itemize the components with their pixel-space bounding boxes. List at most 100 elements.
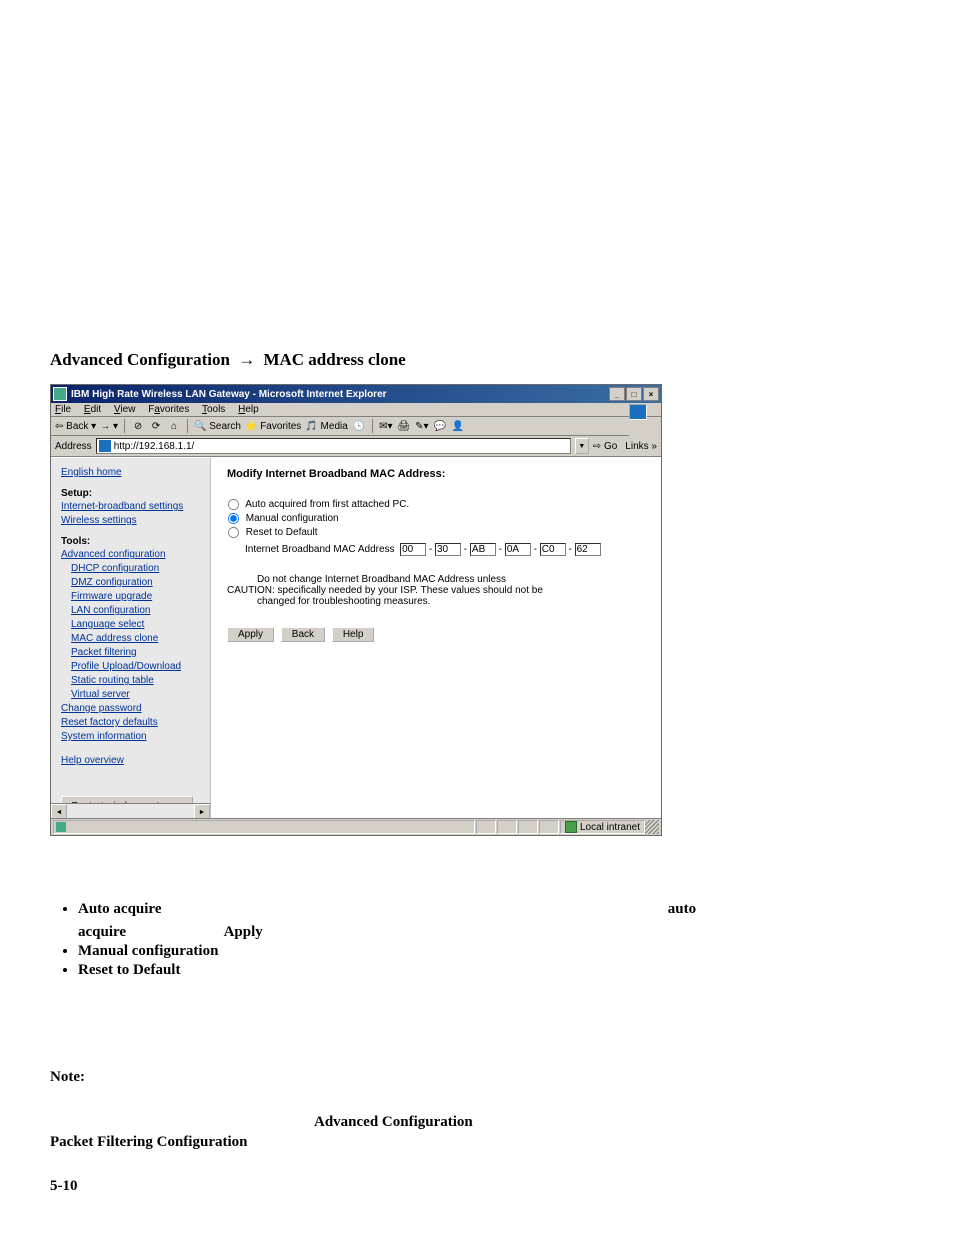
radio-manual-label: Manual configuration — [246, 513, 339, 524]
back-button[interactable]: Back — [281, 627, 325, 642]
link-mac-address-clone[interactable]: MAC address clone — [71, 632, 202, 646]
sidebar-scrollbar[interactable]: ◄ ► — [51, 803, 210, 818]
link-reset-factory-defaults[interactable]: Reset factory defaults — [61, 716, 202, 730]
help-button[interactable]: Help — [332, 627, 375, 642]
resize-grip[interactable] — [645, 820, 659, 834]
packet-filtering-bold: Packet Filtering Configuration — [50, 1134, 247, 1150]
status-cell-3 — [518, 820, 538, 834]
section-prefix: Advanced Configuration — [50, 350, 230, 369]
address-dropdown[interactable]: ▼ — [575, 438, 589, 454]
link-firmware-upgrade[interactable]: Firmware upgrade — [71, 590, 202, 604]
caution-line-1: Do not change Internet Broadband MAC Add… — [257, 574, 645, 585]
main-panel: Modify Internet Broadband MAC Address: A… — [211, 458, 661, 818]
close-button[interactable]: × — [643, 387, 659, 401]
body-list: Auto acquire auto acquire Apply Manual c… — [50, 901, 904, 979]
menu-edit[interactable]: Edit — [84, 404, 101, 415]
menu-favorites[interactable]: Favorites — [148, 404, 189, 415]
refresh-icon[interactable]: ⟳ — [149, 419, 163, 433]
link-change-password[interactable]: Change password — [61, 702, 202, 716]
section-suffix: MAC address clone — [263, 350, 405, 369]
link-advanced-configuration[interactable]: Advanced configuration — [61, 548, 202, 562]
link-english-home[interactable]: English home — [61, 466, 202, 480]
mac-octet-5[interactable] — [540, 543, 566, 556]
links-label[interactable]: Links » — [625, 441, 657, 452]
history-icon[interactable]: 🕓 — [352, 419, 366, 433]
print-icon[interactable]: 🖨 — [397, 419, 411, 433]
address-label: Address — [55, 441, 92, 452]
list-item-auto: Auto acquire auto acquire Apply — [78, 901, 904, 941]
auto-acquire-bold: Auto acquire — [78, 901, 161, 917]
scroll-right-button[interactable]: ► — [194, 804, 210, 818]
mac-sep: - — [534, 544, 537, 555]
forward-button[interactable]: → ▾ — [100, 421, 118, 432]
packet-block: Advanced Configuration Packet Filtering … — [50, 1112, 904, 1153]
edit-icon[interactable]: ✎▾ — [415, 419, 429, 433]
extra-icon[interactable]: 👤 — [451, 419, 465, 433]
window-title: IBM High Rate Wireless LAN Gateway - Mic… — [71, 389, 609, 400]
maximize-button[interactable]: □ — [626, 387, 642, 401]
link-dhcp-configuration[interactable]: DHCP configuration — [71, 562, 202, 576]
radio-reset[interactable] — [228, 527, 239, 538]
link-language-select[interactable]: Language select — [71, 618, 202, 632]
title-bar: IBM High Rate Wireless LAN Gateway - Mic… — [51, 385, 661, 403]
minimize-button[interactable]: _ — [609, 387, 625, 401]
scroll-track[interactable] — [67, 804, 194, 818]
mac-octet-1[interactable] — [400, 543, 426, 556]
home-icon[interactable]: ⌂ — [167, 419, 181, 433]
status-zone: Local intranet — [560, 820, 645, 834]
main-title: Modify Internet Broadband MAC Address: — [227, 468, 645, 480]
mac-sep: - — [499, 544, 502, 555]
mac-sep: - — [569, 544, 572, 555]
ie-icon — [53, 387, 67, 401]
mac-octet-2[interactable] — [435, 543, 461, 556]
mac-label: Internet Broadband MAC Address — [245, 544, 395, 555]
stop-icon[interactable]: ⊘ — [131, 419, 145, 433]
favorites-button[interactable]: ⭐ Favorites — [245, 421, 301, 432]
link-virtual-server[interactable]: Virtual server — [71, 688, 202, 702]
link-system-information[interactable]: System information — [61, 730, 202, 744]
scroll-left-button[interactable]: ◄ — [51, 804, 67, 818]
address-input[interactable]: http://192.168.1.1/ — [96, 438, 571, 454]
acquire-bold: acquire — [78, 924, 126, 940]
note-label: Note: — [50, 1069, 85, 1085]
list-item-manual: Manual configuration — [78, 943, 904, 960]
radio-auto[interactable] — [228, 499, 239, 510]
menu-view[interactable]: View — [114, 404, 136, 415]
link-lan-configuration[interactable]: LAN configuration — [71, 604, 202, 618]
menu-tools[interactable]: Tools — [202, 404, 225, 415]
link-packet-filtering[interactable]: Packet filtering — [71, 646, 202, 660]
mac-octet-6[interactable] — [575, 543, 601, 556]
mac-sep: - — [429, 544, 432, 555]
menu-help[interactable]: Help — [238, 404, 259, 415]
search-button[interactable]: 🔍 Search — [194, 421, 241, 432]
link-internet-broadband-settings[interactable]: Internet-broadband settings — [61, 500, 202, 514]
apply-button[interactable]: Apply — [227, 627, 274, 642]
radio-manual[interactable] — [228, 513, 239, 524]
menu-file[interactable]: File — [55, 404, 71, 415]
link-static-routing-table[interactable]: Static routing table — [71, 674, 202, 688]
mac-octet-3[interactable] — [470, 543, 496, 556]
radio-auto-label: Auto acquired from first attached PC. — [245, 499, 409, 510]
list-item-reset: Reset to Default — [78, 962, 904, 979]
mac-octet-4[interactable] — [505, 543, 531, 556]
link-wireless-settings[interactable]: Wireless settings — [61, 514, 202, 528]
sidebar-setup-header: Setup: — [61, 488, 202, 499]
apply-bold: Apply — [224, 924, 263, 940]
link-dmz-configuration[interactable]: DMZ configuration — [71, 576, 202, 590]
go-button[interactable]: ⇨ Go — [593, 441, 618, 452]
page-number: 5-10 — [50, 1178, 78, 1195]
back-button[interactable]: ⇦ Back ▾ — [55, 421, 96, 432]
discuss-icon[interactable]: 💬 — [433, 419, 447, 433]
link-help-overview[interactable]: Help overview — [61, 754, 202, 768]
menu-bar: File Edit View Favorites Tools Help — [51, 403, 661, 417]
section-arrow: → — [238, 350, 255, 369]
link-profile-upload-download[interactable]: Profile Upload/Download — [71, 660, 202, 674]
media-button[interactable]: 🎵 Media — [305, 421, 347, 432]
caution-line-3: changed for troubleshooting measures. — [257, 596, 645, 607]
section-heading: Advanced Configuration → MAC address clo… — [50, 350, 904, 370]
status-cell-4 — [539, 820, 559, 834]
ie-small-icon — [56, 822, 66, 832]
zone-label: Local intranet — [580, 822, 640, 833]
mail-icon[interactable]: ✉▾ — [379, 419, 393, 433]
status-left — [53, 820, 475, 834]
